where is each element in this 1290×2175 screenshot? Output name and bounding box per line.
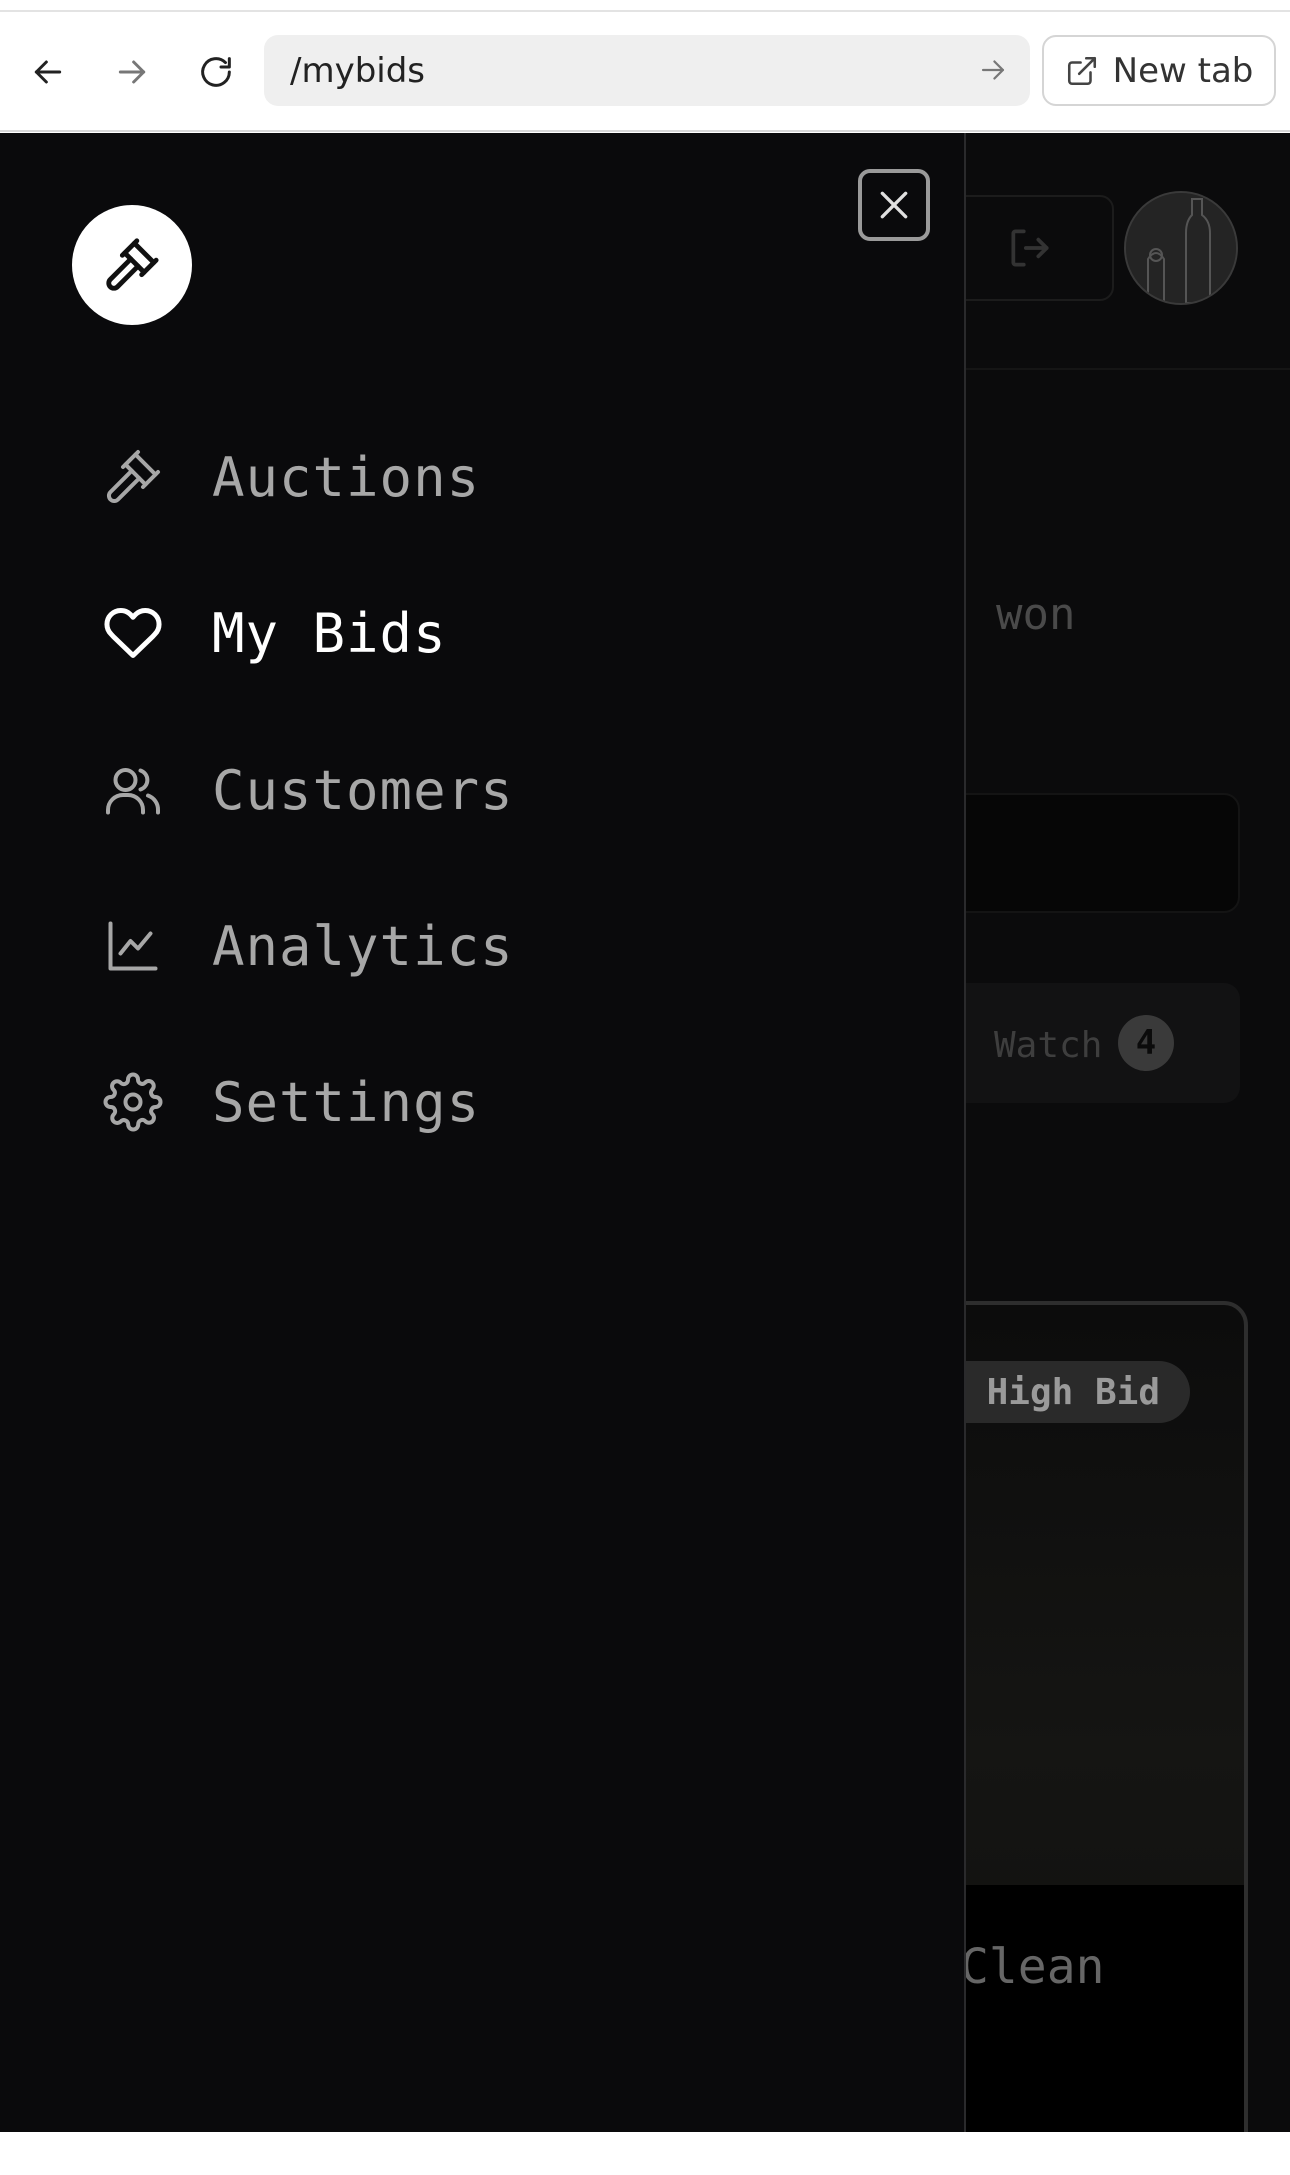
forward-button[interactable] — [104, 44, 160, 100]
sidebar-item-settings[interactable]: Settings — [100, 1062, 800, 1142]
avatar-image — [1126, 193, 1236, 303]
won-text: won — [996, 589, 1076, 640]
sidebar-item-analytics[interactable]: Analytics — [100, 906, 800, 986]
sidebar-item-label: Settings — [212, 1070, 481, 1134]
sidebar-item-customers[interactable]: Customers — [100, 750, 800, 830]
toolbar-divider — [0, 10, 1290, 12]
app-logo[interactable] — [72, 205, 192, 325]
line-chart-icon — [100, 913, 166, 979]
gavel-icon — [106, 238, 159, 291]
new-tab-button[interactable]: New tab — [1042, 35, 1276, 106]
back-button[interactable] — [20, 44, 76, 100]
logout-button — [946, 195, 1114, 301]
page-viewport: won Watch 4 High Bid Clean Auctions My B… — [0, 133, 1290, 2132]
browser-toolbar: /mybids New tab — [0, 0, 1290, 132]
sidebar-item-auctions[interactable]: Auctions — [100, 437, 800, 517]
users-icon — [100, 757, 166, 823]
navigation-drawer: Auctions My Bids Customers Analytics Set… — [0, 133, 966, 2132]
back-arrow-icon — [34, 60, 62, 84]
close-drawer-button[interactable] — [858, 169, 930, 241]
watch-count-badge: 4 — [1118, 1015, 1174, 1071]
search-input — [946, 793, 1240, 913]
logout-icon — [1011, 229, 1049, 267]
forward-arrow-icon — [118, 60, 146, 84]
page-bottom-margin — [0, 2132, 1290, 2175]
gavel-icon — [100, 444, 166, 510]
reload-button[interactable] — [188, 44, 244, 100]
go-arrow-icon[interactable] — [976, 53, 1010, 87]
sidebar-item-label: Auctions — [212, 445, 481, 509]
sidebar-item-label: My Bids — [212, 601, 447, 665]
url-text: /mybids — [290, 50, 426, 91]
high-bid-label: High Bid — [986, 1371, 1160, 1413]
tab-watch: Watch — [994, 1025, 1103, 1066]
gear-icon — [100, 1069, 166, 1135]
sidebar-item-my-bids[interactable]: My Bids — [100, 593, 800, 673]
external-link-icon — [1067, 56, 1096, 85]
reload-icon — [201, 57, 231, 87]
close-icon — [880, 191, 908, 219]
new-tab-label: New tab — [1112, 50, 1254, 91]
header-divider — [966, 368, 1290, 370]
high-bid-badge: High Bid — [934, 1361, 1190, 1423]
sidebar-item-label: Customers — [212, 758, 514, 822]
sidebar-item-label: Analytics — [212, 914, 514, 978]
card-title: Clean — [960, 1939, 1105, 1995]
heart-icon — [100, 600, 166, 666]
avatar — [1124, 191, 1238, 305]
address-bar[interactable]: /mybids — [264, 35, 1030, 106]
